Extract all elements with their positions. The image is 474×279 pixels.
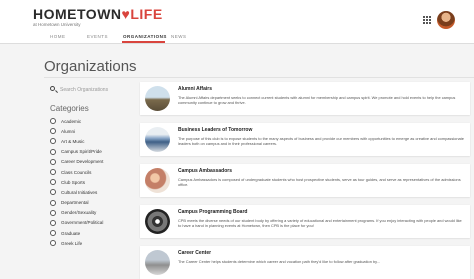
brand-subtitle: at Hometown University — [33, 22, 81, 27]
search-input[interactable] — [60, 85, 135, 94]
nav-organizations[interactable]: ORGANIZATIONS — [123, 34, 167, 39]
organization-card[interactable]: Campus Ambassadors Campus Ambassadors is… — [140, 164, 470, 197]
category-label: Academic — [61, 118, 82, 124]
organization-name[interactable]: Campus Ambassadors — [178, 168, 232, 174]
category-item-government-political[interactable]: Government/Political — [50, 218, 130, 228]
radio-button[interactable] — [50, 179, 56, 186]
radio-button[interactable] — [50, 189, 56, 196]
brand-logo[interactable]: HOMETOWN♥LIFE at Hometown University — [33, 7, 163, 27]
avatar[interactable] — [437, 11, 455, 29]
category-item-academic[interactable]: Academic — [50, 116, 130, 126]
category-item-cultural-initiatives[interactable]: Cultural Initiatives — [50, 187, 130, 197]
category-item-graduate[interactable]: Graduate — [50, 228, 130, 238]
organization-card[interactable]: Alumni Affairs The Alumni Affairs depart… — [140, 82, 470, 115]
radio-button[interactable] — [50, 158, 56, 165]
category-item-class-councils[interactable]: Class Councils — [50, 167, 130, 177]
category-item-greek-life[interactable]: Greek Life — [50, 238, 130, 248]
page-title: Organizations — [44, 58, 137, 75]
category-label: Campus Spirit/Pride — [61, 149, 102, 155]
search-icon[interactable] — [50, 86, 55, 91]
organization-card[interactable]: Business Leaders of Tomorrow The purpose… — [140, 123, 470, 156]
nav-news[interactable]: NEWS — [171, 34, 187, 39]
radio-button[interactable] — [50, 169, 56, 176]
radio-button[interactable] — [50, 118, 56, 125]
organization-image — [145, 209, 170, 234]
nav-events[interactable]: EVENTS — [87, 34, 108, 39]
category-label: Career Development — [61, 159, 104, 165]
apps-grid-icon[interactable] — [423, 16, 431, 24]
organization-description: The Career Center helps students determi… — [178, 259, 381, 264]
category-item-club-sports[interactable]: Club Sports — [50, 177, 130, 187]
brand-name-part1: HOMETOWN — [33, 6, 122, 22]
category-label: Class Councils — [61, 169, 92, 175]
radio-button[interactable] — [50, 128, 56, 135]
category-label: Greek Life — [61, 240, 83, 246]
brand-heart-icon: ♥ — [121, 6, 131, 22]
organization-name[interactable]: Business Leaders of Tomorrow — [178, 127, 252, 133]
organization-description: The Alumni Affairs department seeks to c… — [178, 95, 456, 106]
radio-button[interactable] — [50, 148, 56, 155]
organization-description: CPB meets the diverse needs of our stude… — [178, 218, 462, 229]
category-label: Departmental — [61, 200, 89, 206]
category-item-campus-spirit[interactable]: Campus Spirit/Pride — [50, 147, 130, 157]
title-divider — [44, 77, 474, 78]
top-header: HOMETOWN♥LIFE at Hometown University HOM… — [0, 0, 474, 44]
category-label: Club Sports — [61, 179, 86, 185]
organization-description: The purpose of this club is to expose st… — [178, 136, 464, 147]
category-item-career-development[interactable]: Career Development — [50, 157, 130, 167]
radio-button[interactable] — [50, 240, 56, 247]
nav-home[interactable]: HOME — [50, 34, 66, 39]
organization-image — [145, 86, 170, 111]
organization-name[interactable]: Alumni Affairs — [178, 86, 212, 92]
organization-name[interactable]: Career Center — [178, 250, 211, 256]
category-label: Gender/Sexuality — [61, 210, 97, 216]
category-label: Cultural Initiatives — [61, 189, 98, 195]
header-divider — [0, 43, 474, 44]
category-filter-list: Academic Alumni Art & Music Campus Spiri… — [50, 116, 130, 248]
category-label: Government/Political — [61, 220, 104, 226]
brand-name: HOMETOWN♥LIFE — [33, 7, 163, 21]
category-item-alumni[interactable]: Alumni — [50, 126, 130, 136]
organization-image — [145, 250, 170, 275]
organization-image — [145, 127, 170, 152]
brand-name-part2: LIFE — [130, 6, 163, 22]
category-label: Graduate — [61, 230, 81, 236]
radio-button[interactable] — [50, 209, 56, 216]
organization-card[interactable]: Campus Programming Board CPB meets the d… — [140, 205, 470, 238]
category-item-gender-sexuality[interactable]: Gender/Sexuality — [50, 208, 130, 218]
radio-button[interactable] — [50, 138, 56, 145]
category-item-departmental[interactable]: Departmental — [50, 198, 130, 208]
category-label: Art & Music — [61, 138, 85, 144]
radio-button[interactable] — [50, 219, 56, 226]
organization-image — [145, 168, 170, 193]
radio-button[interactable] — [50, 230, 56, 237]
radio-button[interactable] — [50, 199, 56, 206]
category-item-art-music[interactable]: Art & Music — [50, 136, 130, 146]
categories-heading: Categories — [50, 104, 89, 113]
organization-description: Campus Ambassadors is composed of underg… — [178, 177, 461, 188]
organization-name[interactable]: Campus Programming Board — [178, 209, 247, 215]
search-bar — [50, 85, 135, 95]
organization-card[interactable]: Career Center The Career Center helps st… — [140, 246, 470, 279]
category-label: Alumni — [61, 128, 76, 134]
